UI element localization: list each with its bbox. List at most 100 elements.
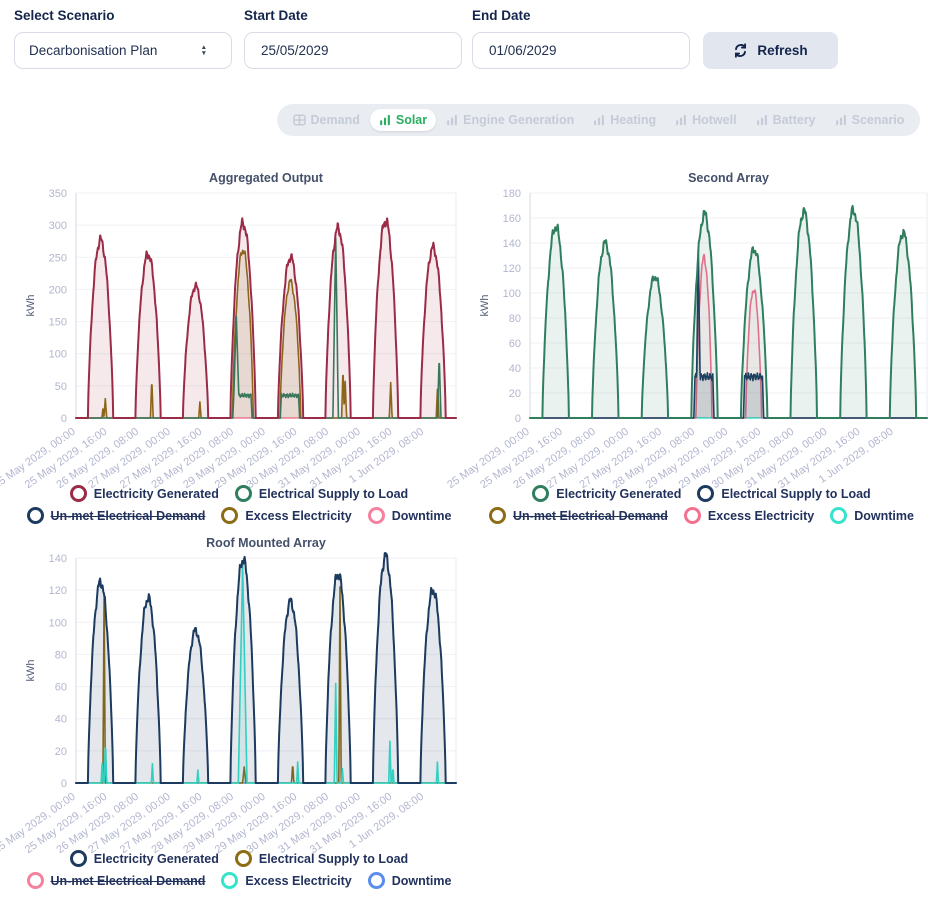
legend-marker-icon (221, 872, 238, 889)
series-fill (76, 218, 456, 418)
y-axis-label: kWh (25, 660, 37, 682)
bar-chart-icon (379, 114, 391, 126)
y-tick-label: 40 (55, 714, 67, 726)
tab-heating[interactable]: Heating (584, 109, 665, 131)
chart-second-array: Second Array020406080100120140160180kWh2… (468, 168, 935, 530)
legend-item-excess-electricity[interactable]: Excess Electricity (221, 872, 351, 889)
series-line-electricity-generated (76, 553, 456, 783)
tab-demand[interactable]: Demand (284, 109, 369, 131)
series-line-electricity-generated (76, 218, 456, 418)
start-date-label: Start Date (244, 8, 462, 23)
legend-marker-icon (684, 507, 701, 524)
end-date-field: End Date (472, 8, 690, 69)
refresh-button[interactable]: Refresh (703, 32, 838, 69)
bar-chart-icon (675, 114, 687, 126)
chart-roof-mounted-array: Roof Mounted Array020406080100120140kWh2… (14, 533, 464, 895)
legend-item-un-met-electrical-demand[interactable]: Un-met Electrical Demand (489, 507, 668, 524)
chart-legend: Electricity Generated Electrical Supply t… (468, 485, 935, 524)
scenario-field: Select Scenario Decarbonisation Plan ▲▼ (14, 8, 232, 69)
dashboard: { "controls": { "scenario_label": "Selec… (0, 0, 940, 900)
chart-title: Aggregated Output (209, 171, 324, 185)
end-date-input-wrap (472, 32, 690, 69)
legend-item-excess-electricity[interactable]: Excess Electricity (221, 507, 351, 524)
legend-label: Un-met Electrical Demand (51, 874, 206, 888)
tab-label: Demand (311, 113, 360, 127)
series-fill (76, 250, 456, 418)
series-line-electricity-generated (530, 206, 927, 418)
chart-legend: Electricity Generated Electrical Supply t… (14, 485, 464, 524)
legend-label: Downtime (392, 509, 452, 523)
legend-item-electricity-generated[interactable]: Electricity Generated (70, 485, 219, 502)
legend-item-electrical-supply-to-load[interactable]: Electrical Supply to Load (235, 485, 408, 502)
tab-engine-generation[interactable]: Engine Generation (437, 109, 583, 131)
legend-marker-icon (368, 872, 385, 889)
legend-marker-icon (70, 485, 87, 502)
legend-label: Electrical Supply to Load (721, 487, 870, 501)
tab-scenario[interactable]: Scenario (826, 109, 914, 131)
y-tick-label: 100 (49, 349, 67, 361)
chart-title: Second Array (688, 171, 769, 185)
legend-item-excess-electricity[interactable]: Excess Electricity (684, 507, 814, 524)
legend-label: Downtime (854, 509, 914, 523)
legend-marker-icon (70, 850, 87, 867)
y-tick-label: 0 (515, 413, 521, 425)
y-axis-label: kWh (25, 295, 37, 317)
legend-item-downtime[interactable]: Downtime (368, 872, 452, 889)
y-tick-label: 60 (55, 682, 67, 694)
legend-item-electricity-generated[interactable]: Electricity Generated (70, 850, 219, 867)
start-date-field: Start Date (244, 8, 462, 69)
series-line-electrical-supply-to-load (76, 238, 456, 418)
legend-item-electricity-generated[interactable]: Electricity Generated (532, 485, 681, 502)
y-tick-label: 100 (503, 288, 521, 300)
legend-marker-icon (830, 507, 847, 524)
tab-label: Solar (396, 113, 427, 127)
bar-chart-icon (835, 114, 847, 126)
start-date-input[interactable] (259, 42, 447, 59)
y-tick-label: 180 (503, 188, 521, 200)
legend-marker-icon (221, 507, 238, 524)
legend-label: Excess Electricity (708, 509, 814, 523)
y-tick-label: 20 (509, 388, 521, 400)
y-tick-label: 0 (61, 778, 67, 790)
end-date-input[interactable] (487, 42, 675, 59)
y-tick-label: 120 (49, 585, 67, 597)
y-tick-label: 50 (55, 381, 67, 393)
y-tick-label: 140 (503, 238, 521, 250)
legend-item-downtime[interactable]: Downtime (830, 507, 914, 524)
series-line-excess-electricity (76, 563, 456, 783)
legend-marker-icon (27, 872, 44, 889)
legend-marker-icon (532, 485, 549, 502)
y-tick-label: 20 (55, 746, 67, 758)
legend-item-downtime[interactable]: Downtime (368, 507, 452, 524)
y-tick-label: 100 (49, 617, 67, 629)
refresh-label: Refresh (757, 43, 807, 58)
series-line-excess-electricity (76, 250, 456, 418)
y-tick-label: 60 (509, 338, 521, 350)
legend-marker-icon (489, 507, 506, 524)
tab-battery[interactable]: Battery (747, 109, 825, 131)
bar-chart-icon (756, 114, 768, 126)
tab-solar[interactable]: Solar (370, 109, 436, 131)
legend-label: Electricity Generated (94, 487, 219, 501)
legend-marker-icon (27, 507, 44, 524)
y-tick-label: 300 (49, 220, 67, 232)
chart-aggregated-output: Aggregated Output050100150200250300350kW… (14, 168, 464, 530)
legend-item-un-met-electrical-demand[interactable]: Un-met Electrical Demand (27, 872, 206, 889)
start-date-input-wrap (244, 32, 462, 69)
y-tick-label: 250 (49, 252, 67, 264)
legend-label: Electricity Generated (94, 852, 219, 866)
legend-label: Un-met Electrical Demand (513, 509, 668, 523)
tab-hotwell[interactable]: Hotwell (666, 109, 745, 131)
chart-plot: Aggregated Output050100150200250300350kW… (14, 168, 464, 506)
legend-label: Excess Electricity (245, 509, 351, 523)
chart-legend: Electricity Generated Electrical Supply t… (14, 850, 464, 889)
legend-label: Electrical Supply to Load (259, 852, 408, 866)
y-tick-label: 0 (61, 413, 67, 425)
legend-item-electrical-supply-to-load[interactable]: Electrical Supply to Load (697, 485, 870, 502)
legend-item-electrical-supply-to-load[interactable]: Electrical Supply to Load (235, 850, 408, 867)
legend-item-un-met-electrical-demand[interactable]: Un-met Electrical Demand (27, 507, 206, 524)
tab-label: Scenario (852, 113, 905, 127)
scenario-select[interactable]: Decarbonisation Plan ▲▼ (14, 32, 232, 69)
y-tick-label: 80 (509, 313, 521, 325)
chart-title: Roof Mounted Array (206, 536, 326, 550)
